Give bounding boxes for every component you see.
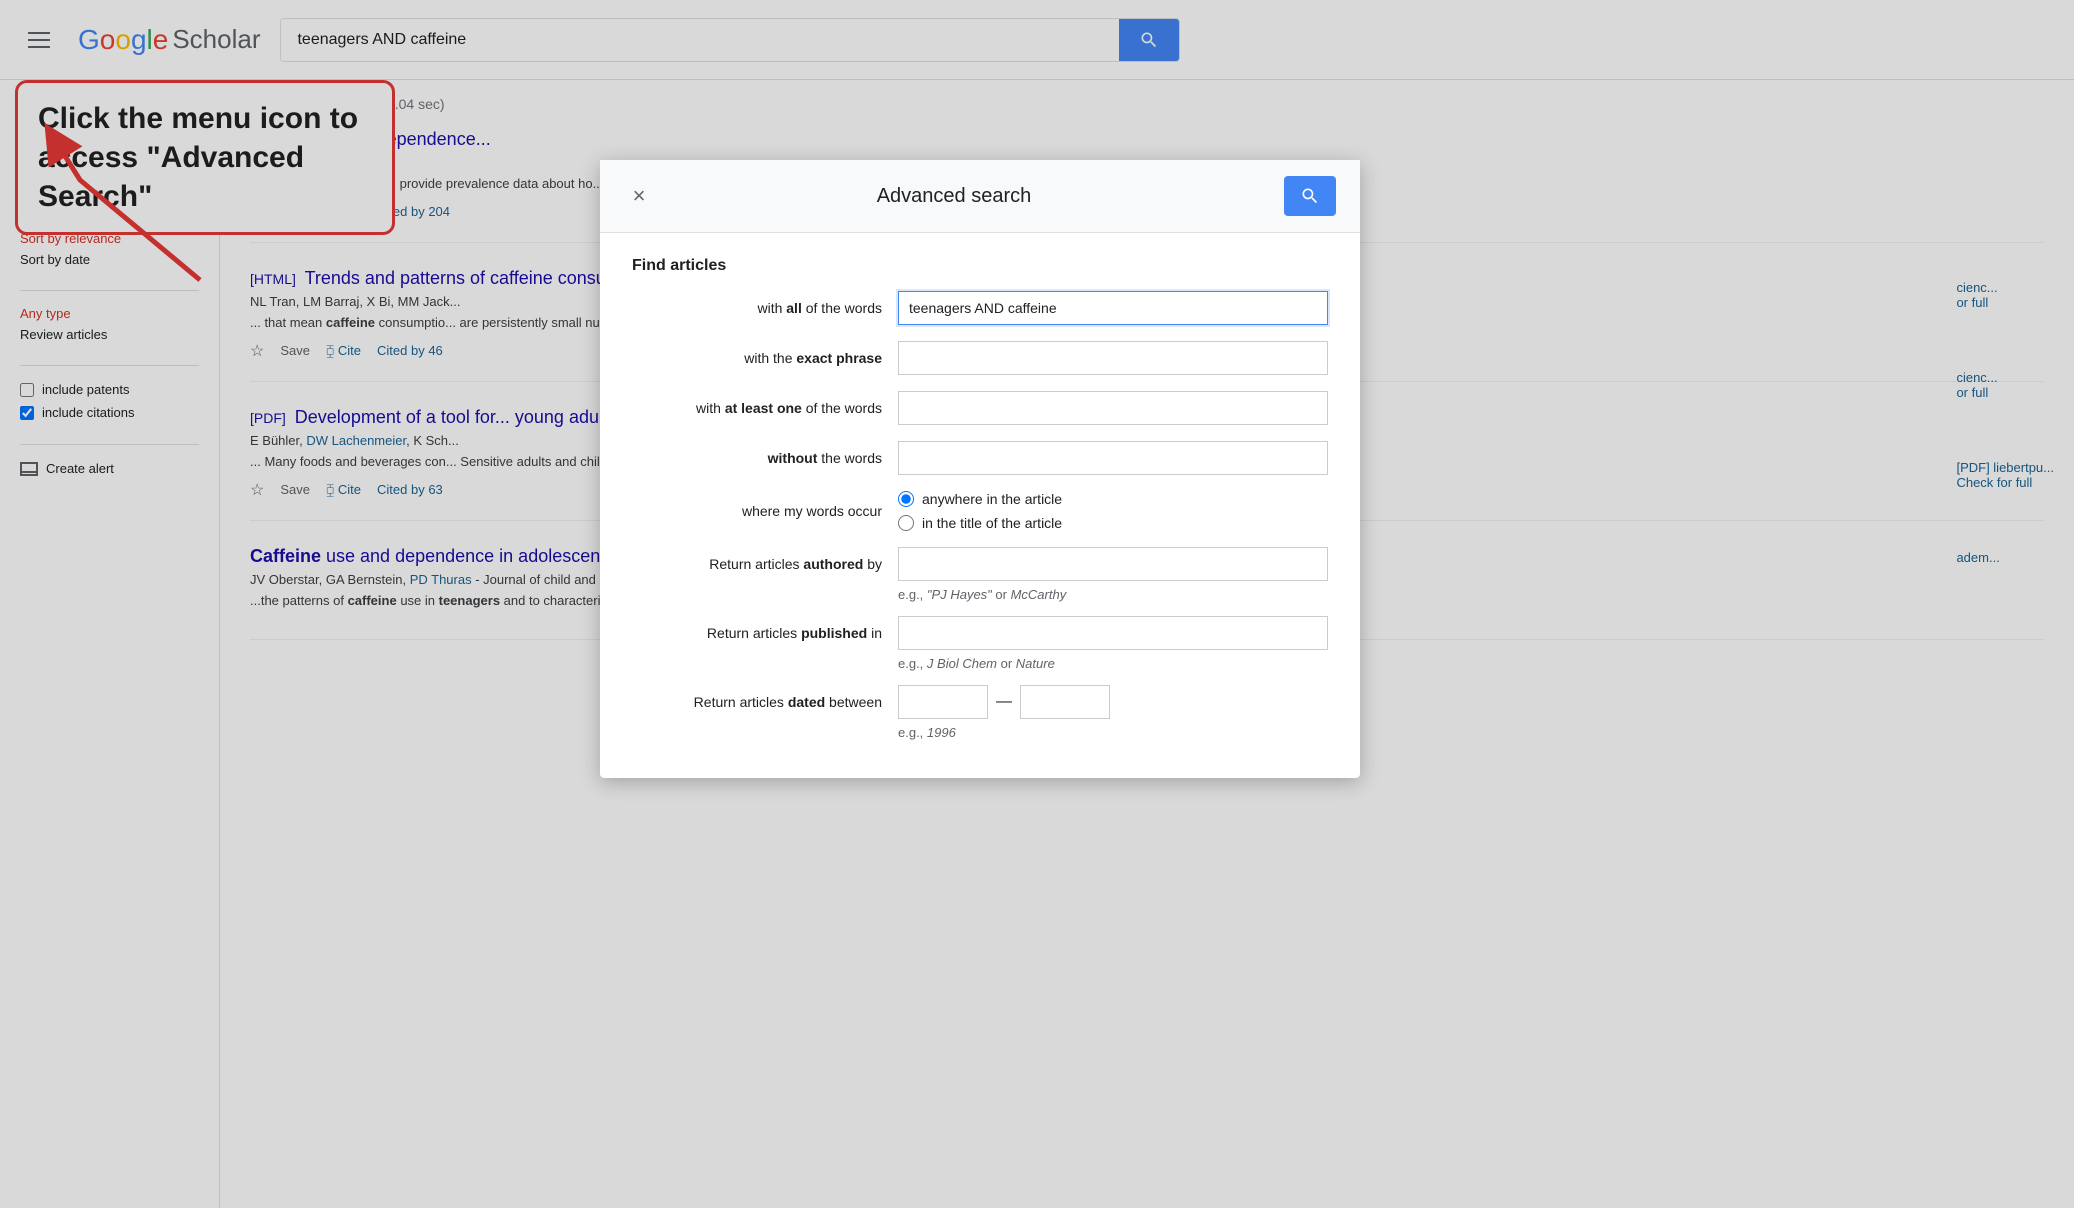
published-label: Return articles published in xyxy=(632,625,882,641)
dated-label: Return articles dated between xyxy=(632,694,882,710)
modal-overlay[interactable]: × Advanced search Find articles with all… xyxy=(0,0,2074,1208)
form-row-where: where my words occur anywhere in the art… xyxy=(632,491,1328,531)
form-row-at-least-one: with at least one of the words xyxy=(632,391,1328,425)
form-row-dated: Return articles dated between — xyxy=(632,685,1328,719)
at-least-one-input[interactable] xyxy=(898,391,1328,425)
date-range: — xyxy=(898,685,1110,719)
form-row-all-words: with all of the words xyxy=(632,291,1328,325)
form-row-exact-phrase: with the exact phrase xyxy=(632,341,1328,375)
without-input[interactable] xyxy=(898,441,1328,475)
all-words-label: with all of the words xyxy=(632,300,882,316)
modal-search-button[interactable] xyxy=(1284,176,1336,216)
exact-phrase-input[interactable] xyxy=(898,341,1328,375)
date-from-input[interactable] xyxy=(898,685,988,719)
modal-header: × Advanced search xyxy=(600,160,1360,233)
find-articles-title: Find articles xyxy=(632,257,1328,275)
radio-anywhere-label: anywhere in the article xyxy=(922,491,1062,507)
form-row-published: Return articles published in xyxy=(632,616,1328,650)
published-input[interactable] xyxy=(898,616,1328,650)
form-row-without: without the words xyxy=(632,441,1328,475)
modal-body: Find articles with all of the words with… xyxy=(600,233,1360,778)
at-least-one-label: with at least one of the words xyxy=(632,400,882,416)
radio-anywhere[interactable]: anywhere in the article xyxy=(898,491,1328,507)
radio-title-label: in the title of the article xyxy=(922,515,1062,531)
dated-hint: e.g., 1996 xyxy=(898,725,1328,740)
authored-hint: e.g., "PJ Hayes" or McCarthy xyxy=(898,587,1328,602)
where-radio-group: anywhere in the article in the title of … xyxy=(898,491,1328,531)
modal-title: Advanced search xyxy=(654,185,1254,208)
modal-close-button[interactable]: × xyxy=(624,183,654,209)
published-hint: e.g., J Biol Chem or Nature xyxy=(898,656,1328,671)
form-row-authored: Return articles authored by xyxy=(632,547,1328,581)
advanced-search-modal: × Advanced search Find articles with all… xyxy=(600,160,1360,778)
exact-phrase-label: with the exact phrase xyxy=(632,350,882,366)
radio-title[interactable]: in the title of the article xyxy=(898,515,1328,531)
all-words-input[interactable] xyxy=(898,291,1328,325)
date-dash: — xyxy=(996,693,1012,711)
where-label: where my words occur xyxy=(632,503,882,519)
without-label: without the words xyxy=(632,450,882,466)
authored-input[interactable] xyxy=(898,547,1328,581)
date-to-input[interactable] xyxy=(1020,685,1110,719)
radio-anywhere-input[interactable] xyxy=(898,491,914,507)
radio-title-input[interactable] xyxy=(898,515,914,531)
authored-label: Return articles authored by xyxy=(632,556,882,572)
